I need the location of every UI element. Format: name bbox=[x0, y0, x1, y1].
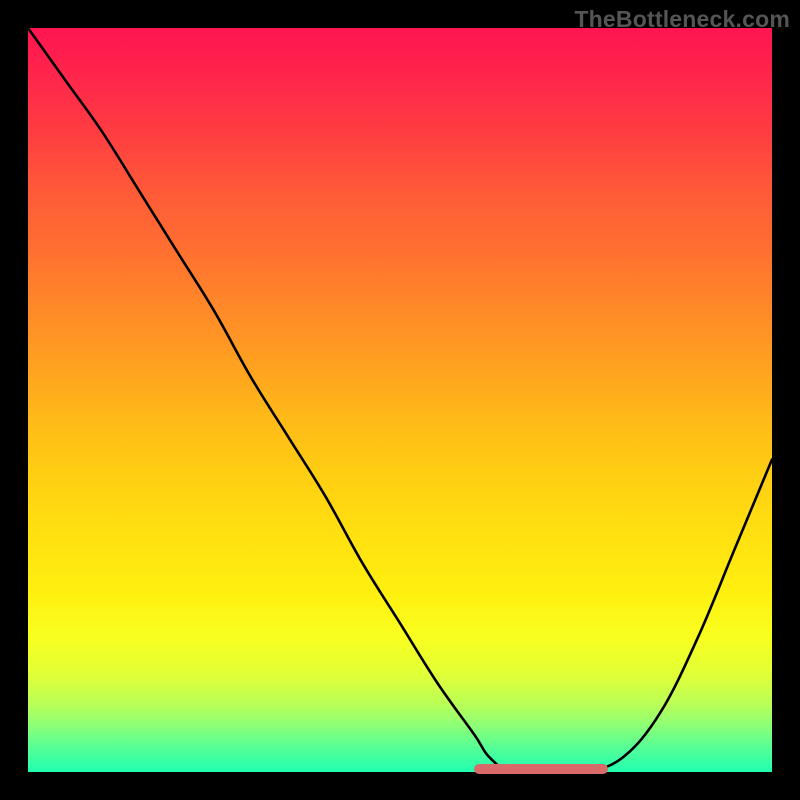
line-curve bbox=[28, 28, 772, 772]
chart-container: TheBottleneck.com bbox=[0, 0, 800, 800]
plot-area bbox=[28, 28, 772, 772]
watermark-text: TheBottleneck.com bbox=[574, 6, 790, 33]
highlight-marker bbox=[474, 764, 608, 774]
